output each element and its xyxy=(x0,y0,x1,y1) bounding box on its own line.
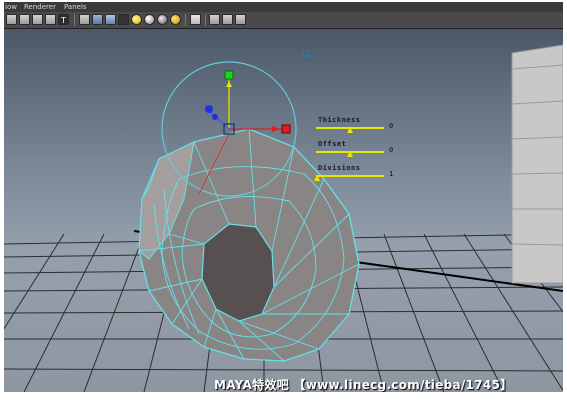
thickness-label: Thickness xyxy=(318,116,361,124)
thickness-value: 0 xyxy=(389,122,394,130)
thickness-handle[interactable] xyxy=(347,127,353,133)
checker-icon[interactable] xyxy=(118,14,129,25)
wireframe-icon[interactable] xyxy=(79,14,90,25)
light-icon[interactable] xyxy=(170,14,181,25)
divisions-track[interactable] xyxy=(316,175,384,177)
menu-item-view[interactable]: iow xyxy=(5,2,17,12)
y-axis-handle xyxy=(224,70,234,80)
panel-toolbar: T xyxy=(4,12,563,29)
component-xray-icon[interactable] xyxy=(222,14,233,25)
grid-icon[interactable] xyxy=(32,14,43,25)
z-axis-handle xyxy=(205,105,213,113)
scene-canvas xyxy=(4,44,563,392)
divisions-label: Divisions xyxy=(318,164,361,172)
panel-menu-bar: iow Renderer Panels xyxy=(4,2,563,12)
toolbar-separator xyxy=(74,14,75,26)
smooth-shade-icon[interactable] xyxy=(92,14,103,25)
maya-window: iow Renderer Panels T Thickness 0 Offset… xyxy=(4,2,563,392)
isolate-icon[interactable] xyxy=(190,14,201,25)
background-plane xyxy=(511,44,563,284)
camera-attr-icon[interactable] xyxy=(19,14,30,25)
divisions-handle[interactable] xyxy=(314,175,320,181)
light-locator xyxy=(301,49,311,58)
svg-text:T: T xyxy=(60,16,66,24)
viewport-3d[interactable]: Thickness 0 Offset 0 Divisions 1 xyxy=(4,29,563,392)
gate-icon[interactable] xyxy=(235,14,246,25)
all-lights-icon[interactable] xyxy=(144,14,155,25)
offset-value: 0 xyxy=(389,146,394,154)
textured-icon[interactable] xyxy=(105,14,116,25)
x-axis-handle xyxy=(281,124,291,134)
image-plane-icon[interactable]: T xyxy=(58,14,69,25)
menu-item-panels[interactable]: Panels xyxy=(64,2,87,12)
offset-handle[interactable] xyxy=(347,151,353,157)
toolbar-separator xyxy=(185,14,186,26)
camera-icon[interactable] xyxy=(6,14,17,25)
menu-item-renderer[interactable]: Renderer xyxy=(24,2,56,12)
bookmark-icon[interactable] xyxy=(45,14,56,25)
offset-label: Offset xyxy=(318,140,347,148)
watermark-text: MAYA特效吧 【www.linecg.com/tieba/1745】 xyxy=(214,378,513,392)
default-light-icon[interactable] xyxy=(131,14,142,25)
toolbar-separator xyxy=(205,14,206,26)
xray-icon[interactable] xyxy=(209,14,220,25)
divisions-value: 1 xyxy=(389,170,394,178)
shadows-icon[interactable] xyxy=(157,14,168,25)
